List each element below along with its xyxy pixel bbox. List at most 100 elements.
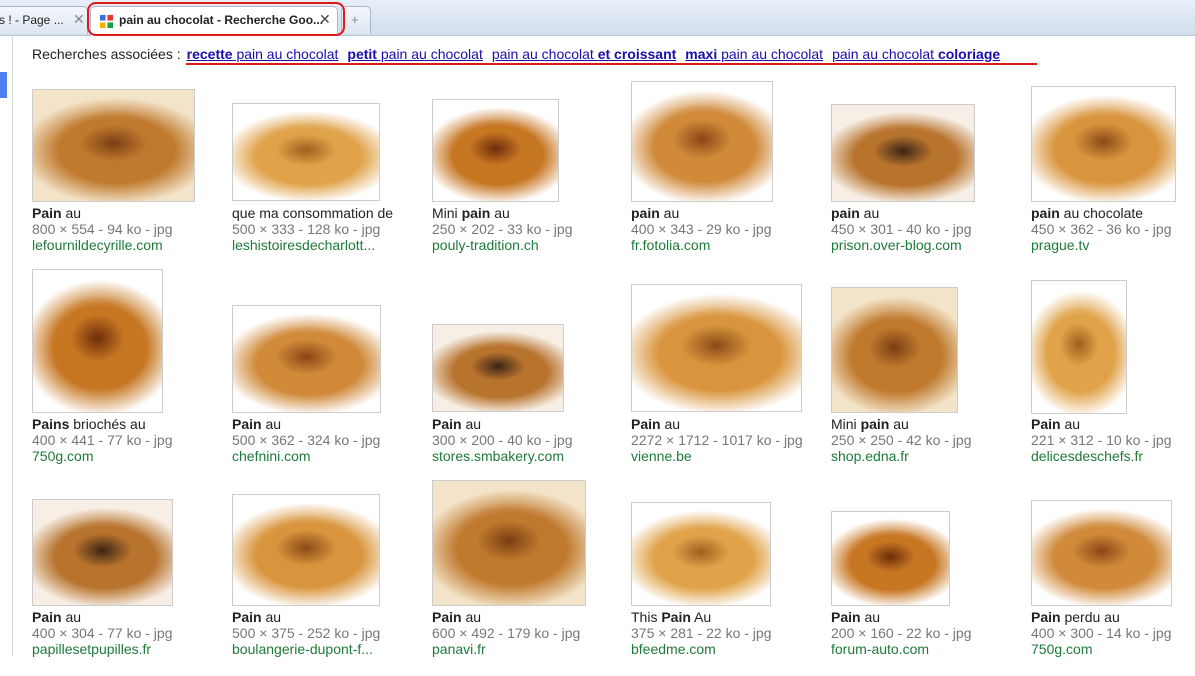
result-thumbnail[interactable] [631,81,773,202]
result-meta: 600 × 492 - 179 ko - jpg [432,625,581,641]
result-source-link[interactable]: pouly-tradition.ch [432,237,573,253]
result-meta: 250 × 202 - 33 ko - jpg [432,221,573,237]
related-link-coloriage[interactable]: pain au chocolat coloriage [832,46,1000,62]
result-title: Pain au [631,416,681,432]
left-divider [12,36,13,656]
result-meta: 500 × 333 - 128 ko - jpg [232,221,381,237]
result-caption: Pain au 221 × 312 - 10 ko - jpg delicesdes… [1031,416,1172,464]
result-caption: Pain au 500 × 362 - 324 ko - jpg chefnini.… [232,416,380,464]
result-caption: Pain au 300 × 200 - 40 ko - jpg stores.smb… [432,416,573,464]
result-source-link[interactable]: prison.over-blog.com [831,237,972,253]
result-source-link[interactable]: 750g.com [32,448,173,464]
result-title: Pain perdu au [1031,609,1120,625]
result-meta: 500 × 362 - 324 ko - jpg [232,432,381,448]
result-thumbnail[interactable] [432,324,564,412]
related-searches: Recherches associées : recette pain au ch… [32,46,1009,62]
new-tab-button[interactable]: + [341,6,371,34]
result-title: que ma consommation de [232,205,394,221]
result-title: Mini pain au [432,205,510,221]
result-thumbnail[interactable] [432,99,559,202]
result-source-link[interactable]: boulangerie-dupont-f... [232,641,380,657]
result-title: Pain au [432,416,482,432]
result-thumbnail[interactable] [1031,500,1172,606]
result-meta: 400 × 304 - 77 ko - jpg [32,625,173,641]
result-source-link[interactable]: stores.smbakery.com [432,448,573,464]
result-title: pain au [631,205,680,221]
result-caption: Pain perdu au 400 × 300 - 14 ko - jpg 750g… [1031,609,1172,657]
result-title: Mini pain au [831,416,909,432]
result-thumbnail[interactable] [831,104,975,202]
result-caption: Pain au 2272 × 1712 - 1017 ko - jpg vienne… [631,416,803,464]
result-thumbnail[interactable] [631,284,802,412]
result-thumbnail[interactable] [232,494,380,606]
result-caption: Pain au 600 × 492 - 179 ko - jpg panavi.fr [432,609,580,657]
result-thumbnail[interactable] [32,89,195,202]
plus-icon: + [351,12,359,27]
result-meta: 400 × 441 - 77 ko - jpg [32,432,173,448]
result-source-link[interactable]: vienne.be [631,448,803,464]
result-meta: 200 × 160 - 22 ko - jpg [831,625,972,641]
active-tab-highlight [87,2,345,36]
tab-previous[interactable]: s ! - Page ... ✕ [0,6,88,34]
result-thumbnail[interactable] [232,305,381,413]
result-source-link[interactable]: shop.edna.fr [831,448,972,464]
related-link-recette[interactable]: recette pain au chocolat [187,46,339,62]
result-meta: 450 × 301 - 40 ko - jpg [831,221,972,237]
result-title: Pain au [32,205,82,221]
result-thumbnail[interactable] [1031,86,1176,202]
result-source-link[interactable]: chefnini.com [232,448,380,464]
result-thumbnail[interactable] [232,103,380,201]
result-thumbnail[interactable] [32,269,163,413]
result-meta: 2272 × 1712 - 1017 ko - jpg [631,432,803,448]
result-caption: Pain au 400 × 304 - 77 ko - jpg papilleset… [32,609,173,657]
related-link-croissant[interactable]: pain au chocolat et croissant [492,46,676,62]
tab-label: s ! - Page ... [0,13,64,27]
result-thumbnail[interactable] [432,480,586,606]
result-caption: pain au 450 × 301 - 40 ko - jpg prison.ove… [831,205,972,253]
result-caption: Pain au 800 × 554 - 94 ko - jpg lefournild… [32,205,173,253]
result-caption: pain au chocolate 450 × 362 - 36 ko - jpg… [1031,205,1172,253]
result-source-link[interactable]: bfeedme.com [631,641,772,657]
result-source-link[interactable]: forum-auto.com [831,641,972,657]
result-thumbnail[interactable] [631,502,771,606]
result-caption: Pains briochés au 400 × 441 - 77 ko - jpg… [32,416,173,464]
result-meta: 221 × 312 - 10 ko - jpg [1031,432,1172,448]
result-source-link[interactable]: prague.tv [1031,237,1172,253]
result-meta: 450 × 362 - 36 ko - jpg [1031,221,1172,237]
result-source-link[interactable]: delicesdeschefs.fr [1031,448,1172,464]
result-title: Pain au [232,416,282,432]
result-source-link[interactable]: leshistoiresdecharlott... [232,237,393,253]
related-searches-label: Recherches associées : [32,46,181,62]
result-title: pain au [831,205,880,221]
result-meta: 375 × 281 - 22 ko - jpg [631,625,772,641]
result-title: Pain au [1031,416,1081,432]
result-source-link[interactable]: 750g.com [1031,641,1172,657]
result-source-link[interactable]: papillesetpupilles.fr [32,641,173,657]
result-meta: 400 × 300 - 14 ko - jpg [1031,625,1172,641]
result-title: Pain au [32,609,82,625]
result-source-link[interactable]: panavi.fr [432,641,580,657]
result-caption: This Pain Au 375 × 281 - 22 ko - jpg bfeed… [631,609,772,657]
related-underline-highlight [186,63,1037,65]
result-thumbnail[interactable] [1031,280,1127,414]
result-thumbnail[interactable] [32,499,173,606]
result-caption: que ma consommation de 500 × 333 - 128 ko… [232,205,393,253]
result-thumbnail[interactable] [831,511,950,606]
result-meta: 500 × 375 - 252 ko - jpg [232,625,381,641]
close-icon[interactable]: ✕ [73,11,85,28]
result-source-link[interactable]: fr.fotolia.com [631,237,772,253]
result-title: Pain au [831,609,881,625]
result-caption: Pain au 500 × 375 - 252 ko - jpg boulanger… [232,609,380,657]
result-thumbnail[interactable] [831,287,958,413]
result-title: This Pain Au [631,609,712,625]
result-caption: Mini pain au 250 × 202 - 33 ko - jpg pouly… [432,205,573,253]
result-meta: 800 × 554 - 94 ko - jpg [32,221,173,237]
related-link-maxi[interactable]: maxi pain au chocolat [685,46,823,62]
result-title: Pains briochés au [32,416,146,432]
result-source-link[interactable]: lefournildecyrille.com [32,237,173,253]
result-meta: 300 × 200 - 40 ko - jpg [432,432,573,448]
result-caption: Pain au 200 × 160 - 22 ko - jpg forum-auto… [831,609,972,657]
related-link-petit[interactable]: petit pain au chocolat [347,46,482,62]
result-meta: 250 × 250 - 42 ko - jpg [831,432,972,448]
result-title: Pain au [432,609,482,625]
